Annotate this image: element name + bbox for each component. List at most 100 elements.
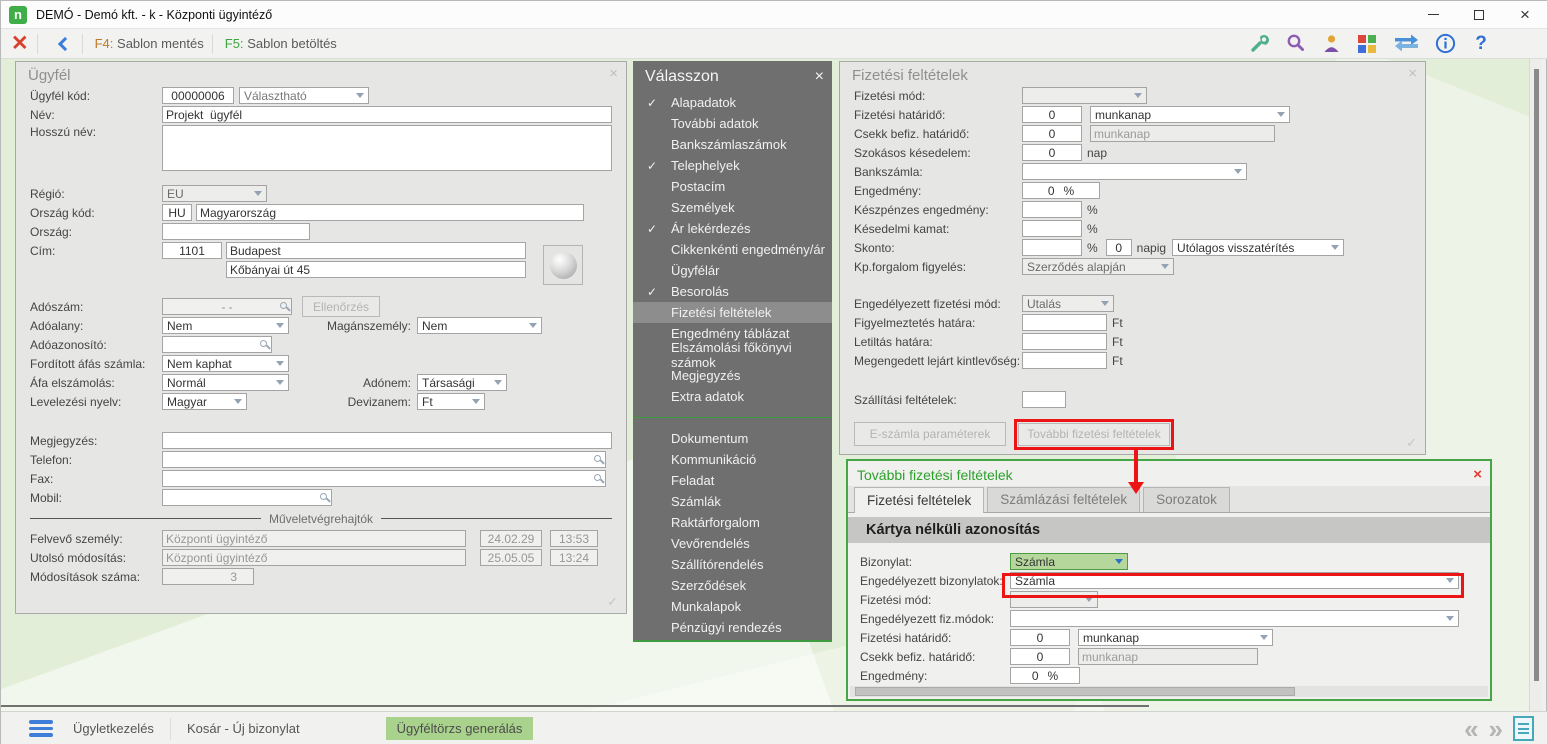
close-icon[interactable]: ×: [815, 68, 824, 86]
street-input[interactable]: [226, 261, 526, 278]
next-page-icon[interactable]: »: [1489, 716, 1504, 742]
city-input[interactable]: [226, 242, 526, 259]
country-name-input[interactable]: [196, 204, 584, 221]
transfer-arrows-icon[interactable]: [1392, 33, 1420, 55]
save-template-button[interactable]: F4: Sablon mentés: [95, 36, 204, 51]
menu-item-ar-lekerdezes[interactable]: ✓ Ár lekérdezés: [633, 218, 832, 239]
menu-item-fizetesi-feltetelek[interactable]: Fizetési feltételek: [633, 302, 832, 323]
shipping-terms-input[interactable]: [1022, 391, 1066, 408]
back-icon[interactable]: [57, 36, 72, 51]
menu-item-dokumentum[interactable]: Dokumentum: [633, 428, 832, 449]
menu-item-postacim[interactable]: Postacím: [633, 176, 832, 197]
minimize-button[interactable]: [1410, 1, 1456, 29]
search-icon[interactable]: [1284, 33, 1306, 55]
allowed-payment-method-dropdown[interactable]: Utalás: [1022, 295, 1114, 312]
cash-traffic-watch-dropdown[interactable]: Szerződés alapján: [1022, 258, 1174, 275]
country-code-input[interactable]: [162, 204, 192, 221]
tax-type-dropdown[interactable]: Társasági: [417, 374, 507, 391]
usual-delay-input[interactable]: [1022, 144, 1082, 161]
check-due-input[interactable]: [1010, 648, 1070, 665]
tab-szamlazasi-feltetelek[interactable]: Számlázási feltételek: [987, 487, 1141, 512]
tax-number-input[interactable]: [162, 298, 292, 315]
vertical-scrollbar[interactable]: [1529, 59, 1542, 711]
verify-button[interactable]: Ellenőrzés: [302, 296, 381, 317]
name-input[interactable]: [162, 106, 612, 123]
previous-page-icon[interactable]: «: [1464, 716, 1479, 742]
scrollbar-thumb[interactable]: [1534, 69, 1539, 681]
menu-item-bankszamlaszamok[interactable]: Bankszámlaszámok: [633, 134, 832, 155]
reverse-vat-dropdown[interactable]: Nem kaphat: [162, 355, 289, 372]
mobile-input[interactable]: [162, 489, 332, 506]
close-icon[interactable]: ×: [1408, 66, 1417, 81]
menu-item-kommunikacio[interactable]: Kommunikáció: [633, 449, 832, 470]
menu-item-elszamolasi-fokonyvi[interactable]: Elszámolási főkönyvi számok: [633, 340, 832, 370]
customer-code-input[interactable]: [162, 87, 234, 104]
allowed-payment-methods-dropdown[interactable]: [1010, 610, 1459, 627]
menu-item-telephelyek[interactable]: ✓ Telephelyek: [633, 155, 832, 176]
country-input[interactable]: [162, 223, 310, 240]
discount-input[interactable]: 0%: [1022, 182, 1100, 199]
scrollbar-thumb[interactable]: [855, 687, 1295, 696]
cancel-icon[interactable]: ✕: [11, 33, 29, 54]
menu-item-alapadatok[interactable]: ✓ Alapadatok: [633, 92, 832, 113]
menu-item-szerzodesek[interactable]: Szerződések: [633, 575, 832, 596]
menu-item-szallitorendeles[interactable]: Szállítórendelés: [633, 554, 832, 575]
menu-item-extra-adatok[interactable]: Extra adatok: [633, 386, 832, 407]
tax-id-input[interactable]: [162, 336, 272, 353]
warning-limit-input[interactable]: [1022, 314, 1107, 331]
tools-wrench-icon[interactable]: [1248, 33, 1270, 55]
menu-item-tovabbi-adatok[interactable]: További adatok: [633, 113, 832, 134]
tab-fizetesi-feltetelek[interactable]: Fizetési feltételek: [854, 487, 985, 513]
menu-item-cikkenkenti-engedmeny[interactable]: Cikkenkénti engedmény/ár: [633, 239, 832, 260]
skonto-input[interactable]: [1022, 239, 1082, 256]
customer-code-type-dropdown[interactable]: Választható: [239, 87, 369, 104]
user-icon[interactable]: [1320, 33, 1342, 55]
currency-dropdown[interactable]: Ft: [417, 393, 485, 410]
statusbar-item-kosar[interactable]: Kosár - Új bizonylat: [171, 717, 316, 741]
skonto-type-dropdown[interactable]: Utólagos visszatérítés: [1172, 239, 1345, 256]
map-globe-button[interactable]: [543, 245, 583, 285]
long-name-textarea[interactable]: [162, 125, 612, 171]
statusbar-item-ugyletkezeles[interactable]: Ügyletkezelés: [57, 717, 170, 741]
late-interest-input[interactable]: [1022, 220, 1082, 237]
load-template-button[interactable]: F5: Sablon betöltés: [225, 36, 337, 51]
fax-input[interactable]: [162, 470, 606, 487]
statusbar-item-ugyfeltorzs-generalas[interactable]: Ügyféltörzs generálás: [385, 717, 534, 740]
more-payment-terms-button[interactable]: További fizetési feltételek: [1018, 422, 1170, 446]
help-icon[interactable]: ?: [1470, 33, 1492, 55]
modules-grid-icon[interactable]: [1356, 33, 1378, 55]
block-limit-input[interactable]: [1022, 333, 1107, 350]
einvoice-params-button[interactable]: E-számla paraméterek: [854, 422, 1006, 446]
payment-due-input[interactable]: [1010, 629, 1070, 646]
document-dropdown[interactable]: Számla: [1010, 553, 1128, 570]
tab-sorozatok[interactable]: Sorozatok: [1143, 487, 1230, 512]
payment-due-unit-dropdown[interactable]: munkanap: [1078, 629, 1273, 646]
menu-item-besorolas[interactable]: ✓ Besorolás: [633, 281, 832, 302]
tax-subject-dropdown[interactable]: Nem: [162, 317, 289, 334]
payment-due-input[interactable]: [1022, 106, 1082, 123]
close-button[interactable]: ×: [1502, 1, 1547, 29]
zip-input[interactable]: [162, 242, 222, 259]
note-input[interactable]: [162, 432, 612, 449]
allowed-overdue-input[interactable]: [1022, 352, 1107, 369]
close-icon[interactable]: ×: [609, 66, 618, 81]
menu-item-szemelyek[interactable]: Személyek: [633, 197, 832, 218]
phone-input[interactable]: [162, 451, 606, 468]
menu-item-raktarforgalom[interactable]: Raktárforgalom: [633, 512, 832, 533]
menu-item-ugyfelar[interactable]: Ügyfélár: [633, 260, 832, 281]
payment-method-dropdown[interactable]: [1010, 591, 1098, 608]
maximize-button[interactable]: [1456, 1, 1502, 29]
skonto-days-input[interactable]: [1105, 239, 1132, 256]
vat-accounting-dropdown[interactable]: Normál: [162, 374, 289, 391]
menu-hamburger-icon[interactable]: [29, 720, 53, 737]
menu-item-szamlak[interactable]: Számlák: [633, 491, 832, 512]
allowed-documents-dropdown[interactable]: Számla: [1010, 572, 1459, 589]
info-icon[interactable]: [1434, 33, 1456, 55]
check-due-input[interactable]: [1022, 125, 1082, 142]
mail-language-dropdown[interactable]: Magyar: [162, 393, 247, 410]
document-list-icon[interactable]: [1513, 716, 1534, 741]
region-dropdown[interactable]: EU: [162, 185, 267, 202]
menu-item-penzugyi-rendezes[interactable]: Pénzügyi rendezés: [633, 617, 832, 638]
horizontal-scrollbar[interactable]: [850, 686, 1488, 697]
menu-item-vevorendeles[interactable]: Vevőrendelés: [633, 533, 832, 554]
